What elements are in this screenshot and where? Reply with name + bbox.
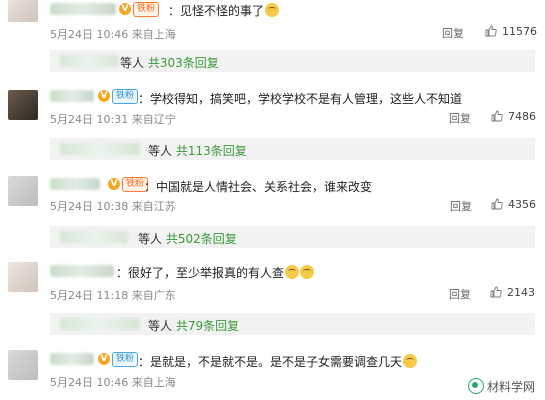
fan-badge: 铁粉 [112,352,139,367]
fan-badge: 铁粉 [112,89,139,104]
v-badge-icon: V [119,3,131,15]
comment-text: ：是就是，不是就不是。是不是子女需要调查几天 [138,353,418,370]
comment-item-4: ：很好了，至少举报真的有人查 5月24日 11:18 来自广东 回复 2143 [0,256,545,304]
avatar[interactable] [8,0,38,22]
reply-summary-2[interactable]: 等人 共113条回复 [50,138,535,160]
smile-emoji-icon [265,3,280,17]
reply-users [60,143,140,155]
reply-summary-text[interactable]: 等人 共502条回复 [138,230,237,247]
v-badge-icon: V [98,90,110,102]
like-count: 2143 [507,286,535,299]
reply-users [60,318,140,330]
avatar[interactable] [8,262,38,292]
reply-users [60,55,118,67]
comment-item-1: V 铁粉 ：见怪不怪的事了 5月24日 10:46 来自上海 回复 11576 [0,0,545,48]
comment-text: ：见怪不怪的事了 [168,2,280,19]
avatar[interactable] [8,90,38,120]
fan-badge: 铁粉 [133,2,160,17]
avatar[interactable] [8,350,38,380]
reply-button[interactable]: 回复 [450,198,472,214]
wechat-logo-icon [467,378,484,394]
thumbs-up-icon[interactable] [485,25,497,37]
reply-summary-1[interactable]: 等人 共303条回复 [50,50,535,72]
like-count: 7486 [508,110,536,123]
comment-text: ：很好了，至少举报真的有人查 [116,264,315,281]
comment-text: ：中国就是人情社会、关系社会，谁来改变 [144,180,373,194]
comment-item-2: V 铁粉 ：学校得知，搞笑吧，学校学校不是有人管理，这些人不知道 5月24日 1… [0,84,545,132]
comment-meta: 5月24日 10:31 来自辽宁 [50,113,176,126]
comment-meta: 5月24日 11:18 来自广东 [50,289,176,302]
like-count: 11576 [502,25,537,38]
username[interactable] [50,90,94,102]
v-badge-icon: V [108,178,120,190]
thumbs-up-icon[interactable] [491,110,503,122]
comment-text: ：学校得知，搞笑吧，学校学校不是有人管理，这些人不知道 [138,92,463,106]
comment-meta: 5月24日 10:46 来自上海 [50,376,176,389]
avatar[interactable] [8,176,38,206]
reply-button[interactable]: 回复 [449,110,471,126]
smile-emoji-icon [300,265,315,279]
username[interactable] [50,353,94,365]
username[interactable] [50,178,100,190]
reply-summary-3[interactable]: 等人 共502条回复 [50,226,535,248]
comment-item-3: V 铁粉 ：中国就是人情社会、关系社会，谁来改变 5月24日 10:38 来自江… [0,170,545,218]
thumbs-up-icon[interactable] [490,286,502,298]
reply-button[interactable]: 回复 [449,286,471,302]
reply-summary-4[interactable]: 等人 共79条回复 [50,313,535,335]
v-badge-icon: V [98,353,110,365]
smile-emoji-icon [285,265,300,279]
reply-users [60,231,128,243]
reply-summary-text[interactable]: 等人 共113条回复 [148,142,247,159]
comment-meta: 5月24日 10:46 来自上海 [50,28,176,41]
reply-summary-text[interactable]: 等人 共303条回复 [120,54,219,71]
username[interactable] [50,265,114,277]
username[interactable] [50,3,116,15]
reply-summary-text[interactable]: 等人 共79条回复 [148,317,239,334]
smile-emoji-icon [403,354,418,368]
comment-meta: 5月24日 10:38 来自江苏 [50,200,176,213]
reply-button[interactable]: 回复 [442,25,464,41]
watermark: 材料学网 [463,377,539,396]
like-count: 4356 [508,198,536,211]
thumbs-up-icon[interactable] [491,198,503,210]
